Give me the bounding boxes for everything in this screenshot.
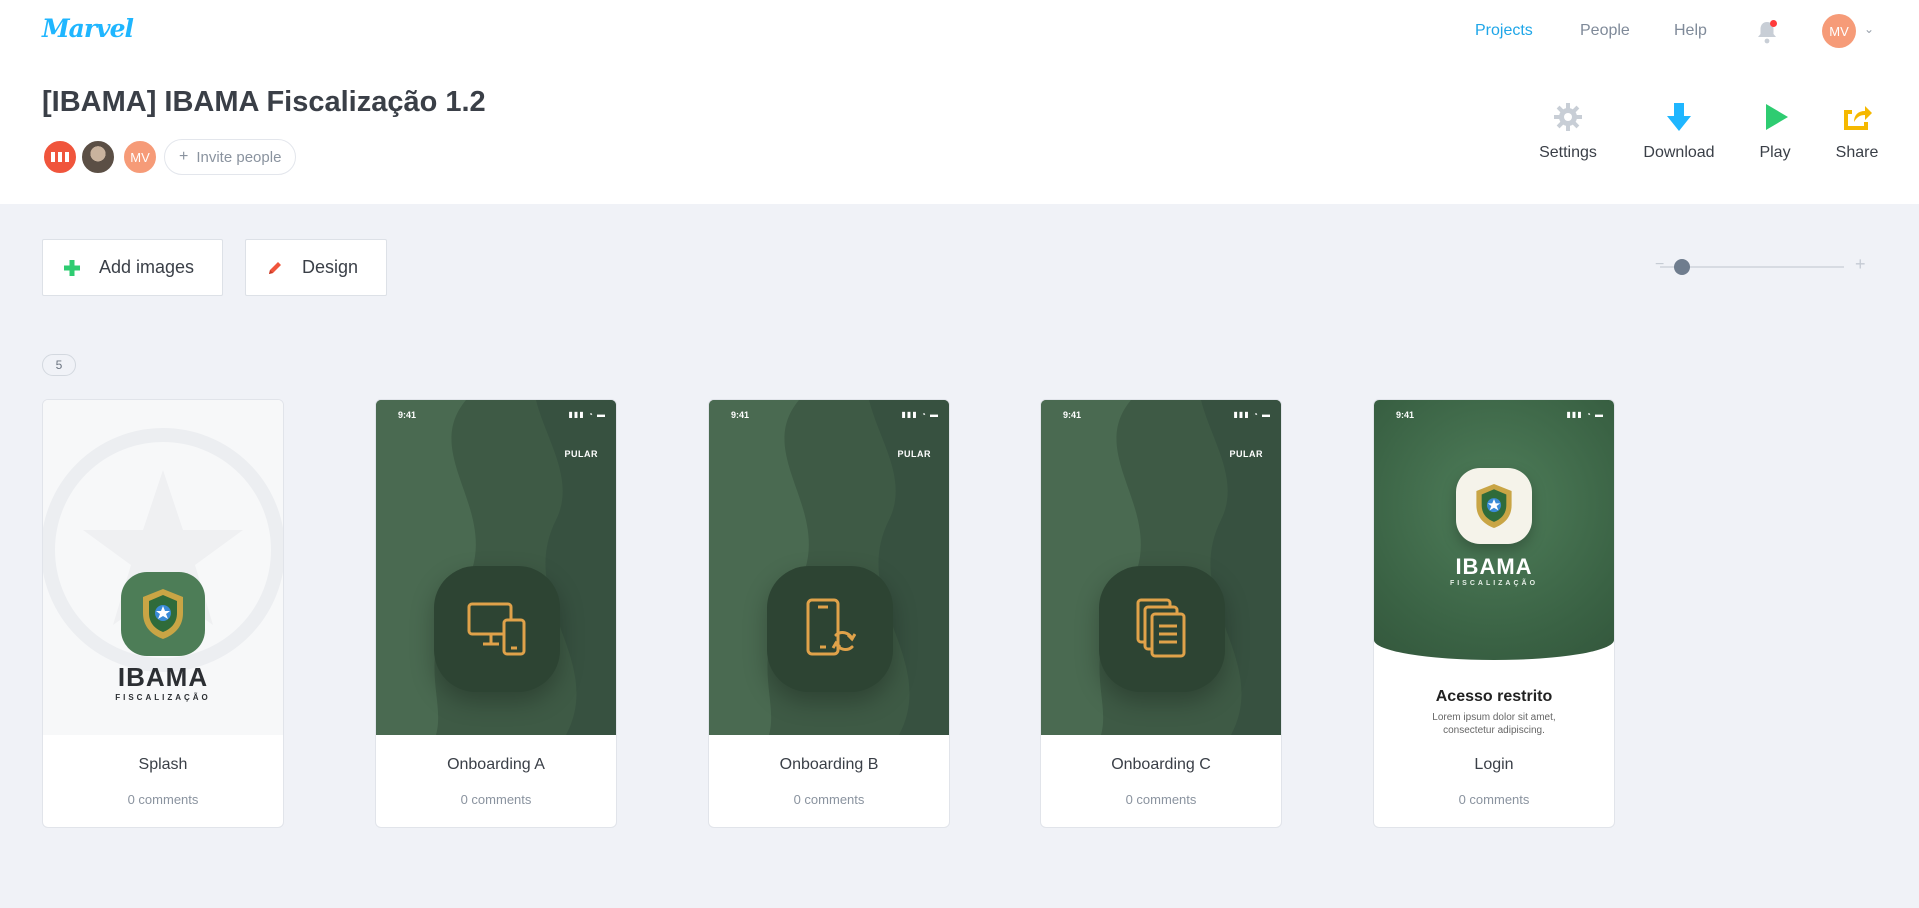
download-button[interactable]: Download xyxy=(1642,100,1716,162)
screen-name[interactable]: Splash xyxy=(43,756,283,774)
skip-link: PULAR xyxy=(564,449,598,459)
settings-label: Settings xyxy=(1539,144,1597,161)
screen-card-onboarding-b[interactable]: 9:41 ▮▮▮ ◔ ▬ PULAR Onboarding B 0 commen… xyxy=(708,399,950,828)
settings-button[interactable]: Settings xyxy=(1536,100,1600,162)
ibama-badge-icon xyxy=(121,572,205,656)
brand-name: IBAMA xyxy=(117,662,209,692)
team-avatar[interactable] xyxy=(42,139,78,175)
download-icon xyxy=(1667,103,1691,131)
login-heading: Acesso restrito xyxy=(1435,688,1553,705)
zoom-slider-handle[interactable] xyxy=(1674,259,1690,275)
screen-card-onboarding-c[interactable]: 9:41 ▮▮▮ ◔ ▬ PULAR Onboarding C 0 commen… xyxy=(1040,399,1282,828)
ibama-badge-icon xyxy=(1456,468,1532,544)
design-button[interactable]: Design xyxy=(245,239,387,296)
marvel-logo[interactable]: Marvel xyxy=(42,14,134,43)
brand-subtitle: FISCALIZAÇÃO xyxy=(1449,580,1539,587)
onboarding-icon-tile xyxy=(767,566,893,692)
screen-thumbnail[interactable]: 9:41 ▮▮▮ ◔ ▬ PULAR xyxy=(376,400,616,735)
play-button[interactable]: Play xyxy=(1756,100,1794,162)
pencil-icon xyxy=(269,261,281,274)
status-icons: ▮▮▮ ◔ ▬ xyxy=(568,410,606,419)
add-images-button[interactable]: Add images xyxy=(42,239,223,296)
member-avatar-photo[interactable] xyxy=(80,139,116,175)
nav-help[interactable]: Help xyxy=(1674,22,1707,40)
brand-subtitle: FISCALIZAÇÃO xyxy=(115,693,211,702)
screen-comments[interactable]: 0 comments xyxy=(709,792,949,807)
share-label: Share xyxy=(1835,144,1879,161)
share-button[interactable]: Share xyxy=(1834,100,1880,162)
onboarding-icon-tile xyxy=(434,566,560,692)
status-time: 9:41 xyxy=(398,410,417,420)
screen-name[interactable]: Onboarding A xyxy=(376,756,616,774)
user-avatar[interactable]: MV xyxy=(1822,14,1856,48)
invite-people-button[interactable]: + Invite people xyxy=(164,139,297,175)
screens-count-badge: 5 xyxy=(42,354,76,376)
plus-icon: + xyxy=(179,148,189,165)
screen-name[interactable]: Onboarding B xyxy=(709,756,949,774)
team-logo-icon xyxy=(51,152,69,162)
notification-dot xyxy=(1770,20,1777,27)
page-title: [IBAMA] IBAMA Fiscalização 1.2 xyxy=(42,86,486,118)
screen-thumbnail[interactable]: 9:41 ▮▮▮ ◔ ▬ IBAMA FISCALIZAÇÃO Acesso r… xyxy=(1374,400,1614,735)
member-avatar-mv[interactable]: MV xyxy=(122,139,158,175)
plus-icon xyxy=(64,259,80,276)
screen-name[interactable]: Onboarding C xyxy=(1041,756,1281,774)
design-label: Design xyxy=(302,257,359,277)
phone-sync-icon xyxy=(806,598,856,656)
status-time: 9:41 xyxy=(1063,410,1082,420)
brand-name: IBAMA xyxy=(1455,554,1533,579)
invite-label: Invite people xyxy=(196,148,282,166)
desktop-mobile-icon xyxy=(467,602,526,656)
screen-thumbnail[interactable]: IBAMA FISCALIZAÇÃO xyxy=(43,400,283,735)
documents-icon xyxy=(1136,598,1186,658)
status-icons: ▮▮▮ ◔ ▬ xyxy=(1233,410,1271,419)
download-label: Download xyxy=(1643,144,1715,161)
zoom-in-icon[interactable]: + xyxy=(1855,254,1866,275)
share-icon xyxy=(1844,106,1872,130)
status-time: 9:41 xyxy=(731,410,750,420)
screen-comments[interactable]: 0 comments xyxy=(1041,792,1281,807)
screen-comments[interactable]: 0 comments xyxy=(43,792,283,807)
screen-comments[interactable]: 0 comments xyxy=(1374,792,1614,807)
status-icons: ▮▮▮ ◔ ▬ xyxy=(1566,410,1604,419)
skip-link: PULAR xyxy=(897,449,931,459)
screen-name[interactable]: Login xyxy=(1374,756,1614,774)
chevron-down-icon[interactable]: ⌄ xyxy=(1864,22,1874,36)
screen-card-splash[interactable]: IBAMA FISCALIZAÇÃO Splash 0 comments xyxy=(42,399,284,828)
screen-card-login[interactable]: 9:41 ▮▮▮ ◔ ▬ IBAMA FISCALIZAÇÃO Acesso r… xyxy=(1373,399,1615,828)
onboarding-icon-tile xyxy=(1099,566,1225,692)
screen-thumbnail[interactable]: 9:41 ▮▮▮ ◔ ▬ PULAR xyxy=(1041,400,1281,735)
play-icon xyxy=(1766,104,1788,130)
zoom-out-icon[interactable]: − xyxy=(1655,256,1664,274)
nav-projects[interactable]: Projects xyxy=(1475,22,1533,40)
gear-icon xyxy=(1554,103,1582,131)
add-images-label: Add images xyxy=(99,257,195,277)
play-label: Play xyxy=(1759,144,1791,161)
screen-card-onboarding-a[interactable]: 9:41 ▮▮▮ ◔ ▬ PULAR Onboarding A 0 commen… xyxy=(375,399,617,828)
login-body: Lorem ipsum dolor sit amet, consectetur … xyxy=(1432,712,1556,735)
screen-thumbnail[interactable]: 9:41 ▮▮▮ ◔ ▬ PULAR xyxy=(709,400,949,735)
status-icons: ▮▮▮ ◔ ▬ xyxy=(901,410,939,419)
project-header: Marvel Projects People Help MV ⌄ [IBAMA]… xyxy=(0,0,1919,204)
screen-comments[interactable]: 0 comments xyxy=(376,792,616,807)
skip-link: PULAR xyxy=(1229,449,1263,459)
nav-people[interactable]: People xyxy=(1580,22,1630,40)
status-time: 9:41 xyxy=(1396,410,1415,420)
